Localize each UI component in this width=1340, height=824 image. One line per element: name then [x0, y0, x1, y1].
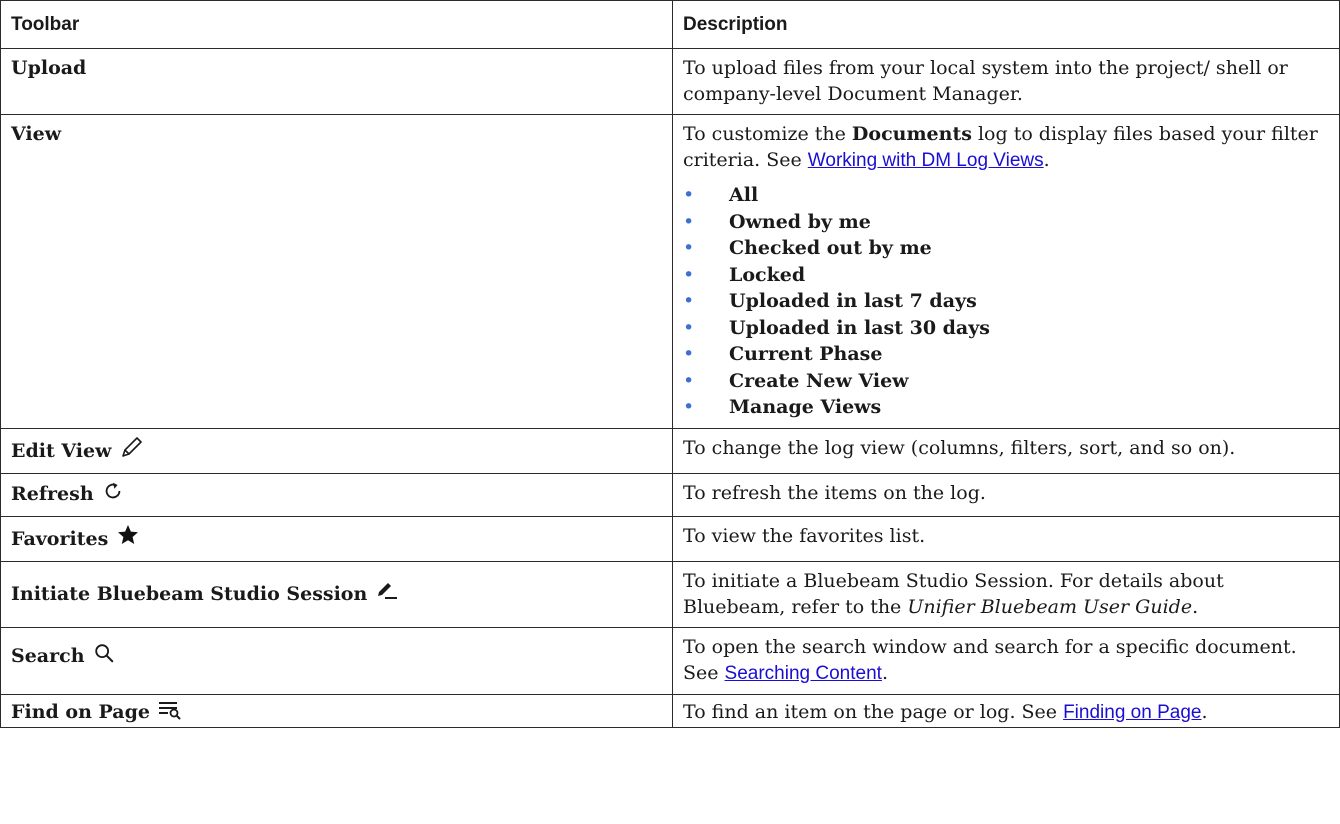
- list-item: Checked out by me: [683, 235, 1327, 262]
- refresh-icon[interactable]: [102, 480, 124, 509]
- list-item: Uploaded in last 7 days: [683, 288, 1327, 315]
- tool-name-favorites: Favorites: [11, 527, 109, 550]
- description-cell: To initiate a Bluebeam Studio Session. F…: [672, 560, 1340, 628]
- pen-line-icon[interactable]: [375, 580, 399, 609]
- toolbar-cell: Search: [0, 626, 673, 695]
- view-desc-post: .: [1043, 149, 1050, 171]
- table-row-bluebeam: Initiate Bluebeam Studio Session To init…: [0, 560, 1340, 628]
- toolbar-cell: Favorites: [0, 515, 673, 562]
- tool-name-upload: Upload: [11, 57, 87, 79]
- description-column-header: Description: [672, 0, 1340, 49]
- header-row: Toolbar Description: [0, 0, 1340, 49]
- description-cell: To customize the Documents log to displa…: [672, 114, 1340, 429]
- table-row-refresh: Refresh To refresh the items on the log.: [0, 472, 1340, 517]
- description-cell: To find an item on the page or log. See …: [672, 693, 1340, 728]
- finding-on-page-link[interactable]: Finding on Page: [1063, 702, 1201, 723]
- toolbar-description-table: Toolbar Description Upload To upload fil…: [0, 0, 1340, 728]
- tool-name-bluebeam: Initiate Bluebeam Studio Session: [11, 582, 368, 605]
- description-cell: To refresh the items on the log.: [672, 472, 1340, 517]
- search-desc-post: .: [881, 661, 888, 684]
- bluebeam-desc-post: .: [1192, 595, 1199, 618]
- star-icon[interactable]: [116, 523, 140, 554]
- find-desc-post: .: [1201, 700, 1208, 723]
- toolbar-cell: Refresh: [0, 472, 673, 517]
- table-row-upload: Upload To upload files from your local s…: [0, 48, 1340, 115]
- tool-name-search: Search: [11, 644, 85, 667]
- find-desc-pre: To find an item on the page or log. See: [683, 700, 1064, 723]
- list-item: Current Phase: [683, 341, 1327, 368]
- description-cell: To change the log view (columns, filters…: [672, 427, 1340, 474]
- description-cell: To view the favorites list.: [672, 515, 1340, 562]
- toolbar-cell: Find on Page: [0, 693, 673, 728]
- table-row-find-on-page: Find on Page To find an item on the page…: [0, 693, 1340, 728]
- searching-content-link[interactable]: Searching Content: [725, 663, 882, 684]
- unifier-bluebeam-guide-title: Unifier Bluebeam User Guide: [907, 595, 1193, 618]
- list-item: Locked: [683, 262, 1327, 289]
- tool-name-edit-view: Edit View: [11, 439, 112, 462]
- table-row-search: Search To open the search window and sea…: [0, 626, 1340, 695]
- table-row-edit-view: Edit View To change the log view (column…: [0, 427, 1340, 474]
- table-row-view: View To customize the Documents log to d…: [0, 114, 1340, 429]
- list-item: Manage Views: [683, 394, 1327, 421]
- toolbar-cell: Edit View: [0, 427, 673, 474]
- working-with-dm-log-views-link[interactable]: Working with DM Log Views: [808, 150, 1044, 171]
- pencil-icon[interactable]: [120, 435, 144, 466]
- tool-name-view: View: [11, 123, 62, 145]
- find-list-icon[interactable]: [158, 700, 182, 727]
- list-item: Owned by me: [683, 209, 1327, 236]
- description-cell: To upload files from your local system i…: [672, 48, 1340, 115]
- table-row-favorites: Favorites To view the favorites list.: [0, 515, 1340, 562]
- list-item: Uploaded in last 30 days: [683, 315, 1327, 342]
- description-cell: To open the search window and search for…: [672, 626, 1340, 695]
- view-desc-pre: To customize the: [683, 123, 852, 145]
- toolbar-cell: View: [0, 114, 673, 429]
- documents-term: Documents: [851, 123, 972, 145]
- tool-name-find-on-page: Find on Page: [11, 700, 150, 723]
- list-item: Create New View: [683, 368, 1327, 395]
- search-icon[interactable]: [93, 642, 115, 671]
- tool-name-refresh: Refresh: [11, 482, 94, 505]
- toolbar-cell: Initiate Bluebeam Studio Session: [0, 560, 673, 628]
- view-options-list: All Owned by me Checked out by me Locked…: [683, 182, 1327, 421]
- toolbar-cell: Upload: [0, 48, 673, 115]
- list-item: All: [683, 182, 1327, 209]
- toolbar-column-header: Toolbar: [0, 0, 673, 49]
